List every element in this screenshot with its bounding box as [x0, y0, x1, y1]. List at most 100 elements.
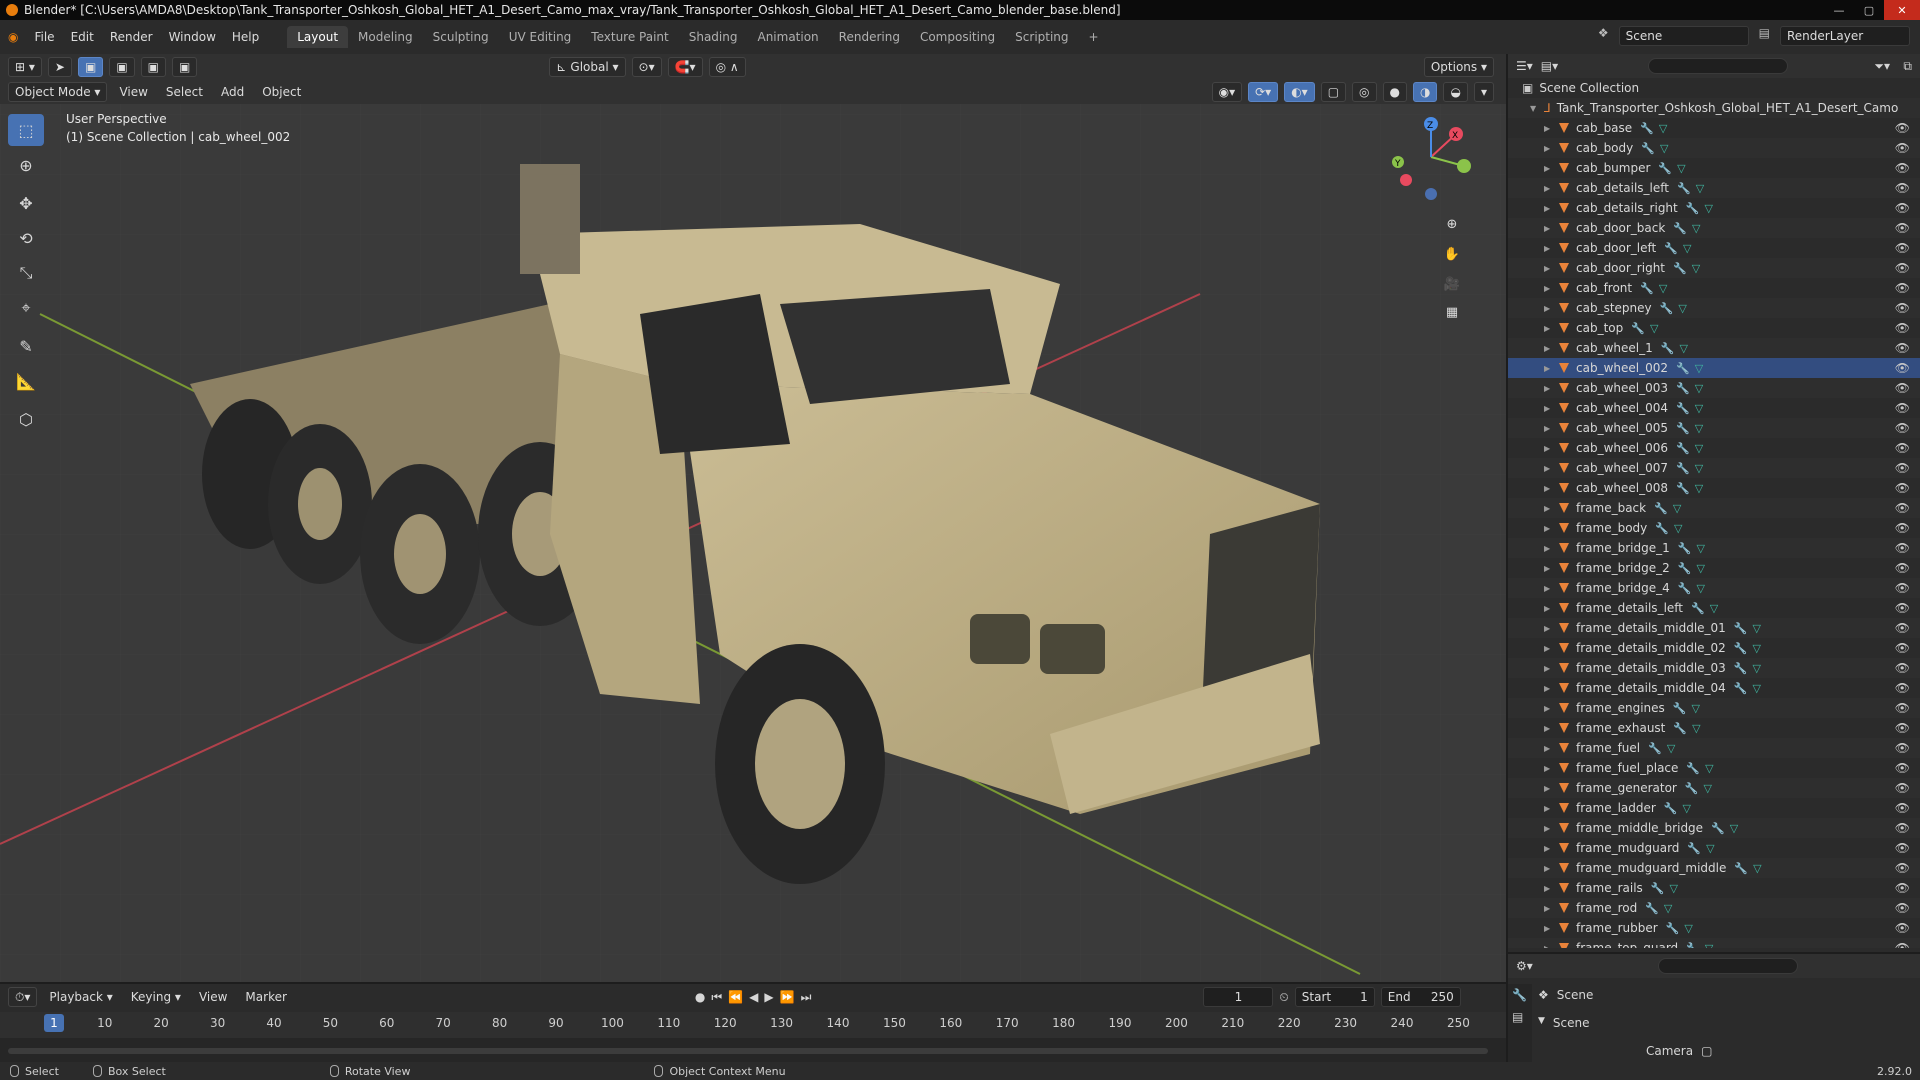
timeline-track-area[interactable] [0, 1038, 1506, 1062]
modifier-wrench-icon[interactable]: 🔧 [1678, 582, 1692, 595]
outliner-object-row[interactable]: ▶ frame_details_left 🔧 ▽ 👁 [1508, 598, 1920, 618]
menu-window[interactable]: Window [161, 30, 224, 44]
timeline-menu-playback[interactable]: Playback ▾ [43, 990, 118, 1004]
visibility-eye-icon[interactable]: 👁 [1895, 121, 1910, 135]
outliner-object-row[interactable]: ▶ frame_exhaust 🔧 ▽ 👁 [1508, 718, 1920, 738]
shading-options-icon[interactable]: ▾ [1473, 81, 1494, 102]
modifier-wrench-icon[interactable]: 🔧 [1664, 242, 1678, 255]
modifier-wrench-icon[interactable]: 🔧 [1673, 722, 1687, 735]
outliner-object-row[interactable]: ▶ frame_body 🔧 ▽ 👁 [1508, 518, 1920, 538]
modifier-wrench-icon[interactable]: 🔧 [1648, 742, 1662, 755]
mesh-data-icon[interactable]: ▽ [1696, 182, 1704, 195]
ortho-toggle-icon[interactable]: ▦ [1438, 298, 1466, 326]
properties-search-input[interactable] [1658, 958, 1798, 974]
visibility-eye-icon[interactable]: 👁 [1895, 361, 1910, 375]
modifier-wrench-icon[interactable]: 🔧 [1687, 842, 1701, 855]
tab-texture-paint[interactable]: Texture Paint [581, 26, 678, 48]
mesh-data-icon[interactable]: ▽ [1695, 422, 1703, 435]
solid-shading-icon[interactable]: ● [1382, 81, 1407, 102]
mesh-data-icon[interactable]: ▽ [1692, 722, 1700, 735]
expand-triangle-icon[interactable]: ▶ [1544, 224, 1554, 233]
outliner-object-row[interactable]: ▶ frame_details_middle_04 🔧 ▽ 👁 [1508, 678, 1920, 698]
modifier-wrench-icon[interactable]: 🔧 [1654, 502, 1668, 515]
end-frame-field[interactable]: End 250 [1380, 987, 1461, 1007]
outliner-object-row[interactable]: ▶ frame_bridge_2 🔧 ▽ 👁 [1508, 558, 1920, 578]
outliner-object-row[interactable]: ▶ cab_bumper 🔧 ▽ 👁 [1508, 158, 1920, 178]
mesh-data-icon[interactable]: ▽ [1659, 122, 1667, 135]
collection-row[interactable]: ▼ ⅃ Tank_Transporter_Oshkosh_Global_HET_… [1508, 98, 1920, 118]
transform-tool-icon[interactable]: ⌖ [8, 292, 44, 324]
tab-rendering[interactable]: Rendering [829, 26, 910, 48]
timeline-menu-view[interactable]: View [193, 990, 233, 1004]
filter-icon[interactable]: ⏷▾ [1874, 59, 1890, 74]
modifier-wrench-icon[interactable]: 🔧 [1676, 462, 1690, 475]
expand-triangle-icon[interactable]: ▶ [1544, 564, 1554, 573]
modifier-wrench-icon[interactable]: 🔧 [1686, 202, 1700, 215]
expand-triangle-icon[interactable]: ▶ [1544, 784, 1554, 793]
tool-properties-tab-icon[interactable]: 🔧 [1508, 984, 1532, 1006]
outliner-object-row[interactable]: ▶ cab_stepney 🔧 ▽ 👁 [1508, 298, 1920, 318]
visibility-eye-icon[interactable]: 👁 [1895, 921, 1910, 935]
mesh-data-icon[interactable]: ▽ [1696, 542, 1704, 555]
visibility-eye-icon[interactable]: 👁 [1895, 161, 1910, 175]
expand-triangle-icon[interactable]: ▶ [1544, 524, 1554, 533]
modifier-wrench-icon[interactable]: 🔧 [1673, 702, 1687, 715]
tab-animation[interactable]: Animation [747, 26, 828, 48]
rotate-tool-icon[interactable]: ⟲ [8, 222, 44, 254]
expand-triangle-icon[interactable]: ▶ [1544, 384, 1554, 393]
mesh-data-icon[interactable]: ▽ [1704, 202, 1712, 215]
visibility-eye-icon[interactable]: 👁 [1895, 681, 1910, 695]
mesh-data-icon[interactable]: ▽ [1695, 402, 1703, 415]
visibility-eye-icon[interactable]: 👁 [1895, 781, 1910, 795]
minimize-button[interactable]: — [1824, 0, 1854, 20]
timeline-editor-icon[interactable]: ⏱▾ [8, 987, 38, 1007]
mesh-data-icon[interactable]: ▽ [1674, 522, 1682, 535]
timeline-menu-keying[interactable]: Keying ▾ [125, 990, 187, 1004]
visibility-eye-icon[interactable]: 👁 [1895, 581, 1910, 595]
visibility-eye-icon[interactable]: 👁 [1895, 901, 1910, 915]
scene-collection-row[interactable]: ▣ Scene Collection [1508, 78, 1920, 98]
mesh-data-icon[interactable]: ▽ [1696, 562, 1704, 575]
modifier-wrench-icon[interactable]: 🔧 [1661, 342, 1675, 355]
render-properties-tab-icon[interactable]: ▤ [1508, 1006, 1532, 1028]
outliner-object-row[interactable]: ▶ frame_rails 🔧 ▽ 👁 [1508, 878, 1920, 898]
mesh-data-icon[interactable]: ▽ [1667, 742, 1675, 755]
visibility-eye-icon[interactable]: 👁 [1895, 761, 1910, 775]
visibility-eye-icon[interactable]: 👁 [1895, 741, 1910, 755]
modifier-wrench-icon[interactable]: 🔧 [1673, 262, 1687, 275]
mesh-data-icon[interactable]: ▽ [1660, 142, 1668, 155]
modifier-wrench-icon[interactable]: 🔧 [1658, 162, 1672, 175]
outliner-object-row[interactable]: ▶ cab_details_left 🔧 ▽ 👁 [1508, 178, 1920, 198]
display-mode-icon[interactable]: ▤▾ [1541, 59, 1558, 73]
outliner-object-row[interactable]: ▶ cab_wheel_004 🔧 ▽ 👁 [1508, 398, 1920, 418]
expand-triangle-icon[interactable]: ▶ [1544, 664, 1554, 673]
mesh-data-icon[interactable]: ▽ [1695, 442, 1703, 455]
visibility-eye-icon[interactable]: 👁 [1895, 381, 1910, 395]
modifier-wrench-icon[interactable]: 🔧 [1734, 862, 1748, 875]
outliner-object-row[interactable]: ▶ frame_rod 🔧 ▽ 👁 [1508, 898, 1920, 918]
play-icon[interactable]: ▶ [764, 990, 773, 1004]
rendered-shading-icon[interactable]: ◒ [1443, 81, 1468, 102]
expand-triangle-icon[interactable]: ▶ [1544, 884, 1554, 893]
modifier-wrench-icon[interactable]: 🔧 [1685, 782, 1699, 795]
visibility-eye-icon[interactable]: 👁 [1895, 801, 1910, 815]
modifier-wrench-icon[interactable]: 🔧 [1676, 442, 1690, 455]
mesh-data-icon[interactable]: ▽ [1730, 822, 1738, 835]
scene-section[interactable]: ▼ Scene [1538, 1016, 1590, 1030]
outliner-object-row[interactable]: ▶ cab_wheel_005 🔧 ▽ 👁 [1508, 418, 1920, 438]
timeline-menu-marker[interactable]: Marker [239, 990, 292, 1004]
outliner-object-row[interactable]: ▶ cab_door_back 🔧 ▽ 👁 [1508, 218, 1920, 238]
modifier-wrench-icon[interactable]: 🔧 [1711, 822, 1725, 835]
outliner-object-row[interactable]: ▶ frame_details_middle_03 🔧 ▽ 👁 [1508, 658, 1920, 678]
modifier-wrench-icon[interactable]: 🔧 [1664, 802, 1678, 815]
visibility-eye-icon[interactable]: 👁 [1895, 541, 1910, 555]
modifier-wrench-icon[interactable]: 🔧 [1691, 602, 1705, 615]
expand-triangle-icon[interactable]: ▶ [1544, 124, 1554, 133]
expand-triangle-icon[interactable]: ▶ [1544, 944, 1554, 949]
modifier-wrench-icon[interactable]: 🔧 [1734, 622, 1748, 635]
expand-triangle-icon[interactable]: ▶ [1544, 504, 1554, 513]
mesh-data-icon[interactable]: ▽ [1753, 622, 1761, 635]
editor-type-button[interactable]: ⊞ ▾ [8, 56, 42, 77]
outliner-search-input[interactable] [1648, 58, 1788, 74]
expand-triangle-icon[interactable]: ▶ [1544, 284, 1554, 293]
